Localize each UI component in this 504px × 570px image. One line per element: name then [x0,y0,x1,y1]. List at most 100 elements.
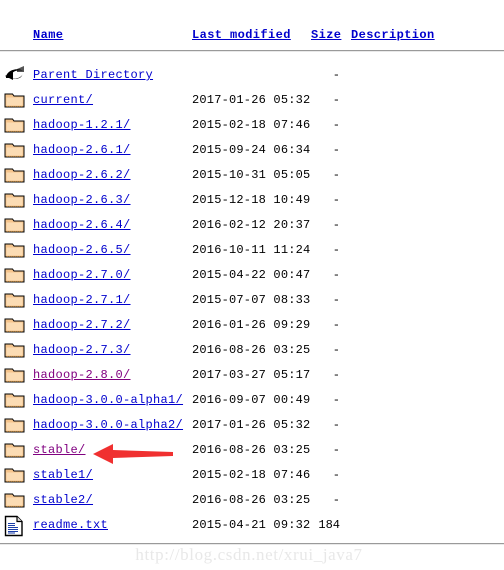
folder-icon [4,418,25,433]
table-row: hadoop-2.7.2/2016-01-26 09:29 - [0,313,504,338]
file-link[interactable]: hadoop-2.6.1/ [33,143,131,157]
file-link[interactable]: hadoop-2.6.4/ [33,218,131,232]
column-header-last-modified[interactable]: Last modified [192,28,291,42]
folder-icon [4,393,25,408]
file-link[interactable]: Parent Directory [33,68,153,82]
file-link[interactable]: hadoop-2.7.2/ [33,318,131,332]
folder-icon [4,218,25,233]
last-modified-value: 2015-09-24 06:34 [192,143,311,157]
row-icon [4,440,28,461]
directory-listing: Name Last modified Size Description Pare… [0,0,504,570]
table-row: hadoop-2.7.0/2015-04-22 00:47 - [0,263,504,288]
text-file-icon [4,515,23,537]
folder-icon [4,468,25,483]
folder-icon [4,493,25,508]
last-modified-value: 2017-01-26 05:32 [192,93,311,107]
table-row: hadoop-2.6.2/2015-10-31 05:05 - [0,163,504,188]
file-link[interactable]: readme.txt [33,518,108,532]
folder-icon [4,368,25,383]
last-modified-value: 2015-02-18 07:46 [192,118,311,132]
file-link[interactable]: stable2/ [33,493,93,507]
size-value: - [332,168,340,182]
file-link[interactable]: hadoop-2.7.0/ [33,268,131,282]
file-link[interactable]: hadoop-2.7.1/ [33,293,131,307]
file-link[interactable]: hadoop-2.6.3/ [33,193,131,207]
file-link[interactable]: hadoop-2.6.5/ [33,243,131,257]
file-link[interactable]: hadoop-2.8.0/ [33,368,131,382]
table-row: hadoop-2.6.1/2015-09-24 06:34 - [0,138,504,163]
size-value: - [332,118,340,132]
size-value: 184 [318,518,340,532]
folder-icon [4,118,25,133]
table-row: hadoop-2.7.3/2016-08-26 03:25 - [0,338,504,363]
last-modified-value: 2016-08-26 03:25 [192,343,311,357]
table-row: readme.txt 2015-04-21 09:32 184 [0,513,504,538]
row-icon [4,340,28,361]
folder-icon [4,243,25,258]
table-row: hadoop-2.6.3/2015-12-18 10:49 - [0,188,504,213]
folder-icon [4,168,25,183]
size-value: - [332,393,340,407]
table-row: hadoop-2.6.4/2016-02-12 20:37 - [0,213,504,238]
header-divider [0,50,504,52]
folder-icon [4,318,25,333]
file-link[interactable]: stable1/ [33,468,93,482]
folder-icon [4,268,25,283]
table-row: stable2/2016-08-26 03:25 - [0,488,504,513]
row-icon [4,390,28,411]
table-row: stable/2016-08-26 03:25 - [0,438,504,463]
row-icon [4,115,28,136]
row-icon [4,465,28,486]
row-icon [4,290,28,311]
size-value: - [332,468,340,482]
row-icon [4,90,28,111]
size-value: - [332,443,340,457]
table-row: Parent Directory - [0,63,504,88]
file-link[interactable]: current/ [33,93,93,107]
watermark-text: http://blog.csdn.net/xrui_java7 [135,545,363,564]
table-row: current/2017-01-26 05:32 - [0,88,504,113]
row-icon [4,365,28,386]
last-modified-value: 2015-07-07 08:33 [192,293,311,307]
column-header-size[interactable]: Size [311,28,341,42]
row-icon [4,315,28,336]
table-row: hadoop-2.6.5/2016-10-11 11:24 - [0,238,504,263]
table-row: hadoop-2.8.0/2017-03-27 05:17 - [0,363,504,388]
size-value: - [332,418,340,432]
table-row: hadoop-2.7.1/2015-07-07 08:33 - [0,288,504,313]
file-link[interactable]: hadoop-2.6.2/ [33,168,131,182]
row-icon [4,240,28,261]
column-header-name[interactable]: Name [33,28,63,42]
file-link[interactable]: hadoop-2.7.3/ [33,343,131,357]
last-modified-value: 2015-04-21 09:32 [192,518,311,532]
last-modified-value: 2015-02-18 07:46 [192,468,311,482]
file-link[interactable]: stable/ [33,443,86,457]
file-link[interactable]: hadoop-3.0.0-alpha1/ [33,393,183,407]
folder-icon [4,93,25,108]
file-link[interactable]: hadoop-3.0.0-alpha2/ [33,418,183,432]
table-row: hadoop-1.2.1/2015-02-18 07:46 - [0,113,504,138]
size-value: - [332,318,340,332]
last-modified-value: 2017-01-26 05:32 [192,418,311,432]
row-icon [4,515,28,537]
file-link[interactable]: hadoop-1.2.1/ [33,118,131,132]
folder-icon [4,193,25,208]
folder-icon [4,343,25,358]
table-row: stable1/2015-02-18 07:46 - [0,463,504,488]
listing-column-headers: Name Last modified Size Description [0,28,504,46]
table-row: hadoop-3.0.0-alpha2/2017-01-26 05:32 - [0,413,504,438]
column-header-description[interactable]: Description [351,28,435,42]
last-modified-value: 2015-12-18 10:49 [192,193,311,207]
row-icon [4,265,28,286]
last-modified-value: 2015-04-22 00:47 [192,268,311,282]
size-value: - [332,143,340,157]
parent-directory-icon [5,66,24,80]
last-modified-value: 2015-10-31 05:05 [192,168,311,182]
size-value: - [332,68,340,82]
size-value: - [332,343,340,357]
size-value: - [332,268,340,282]
row-icon [4,65,28,86]
last-modified-value: 2016-08-26 03:25 [192,493,311,507]
last-modified-value: 2016-08-26 03:25 [192,443,311,457]
row-icon [4,190,28,211]
